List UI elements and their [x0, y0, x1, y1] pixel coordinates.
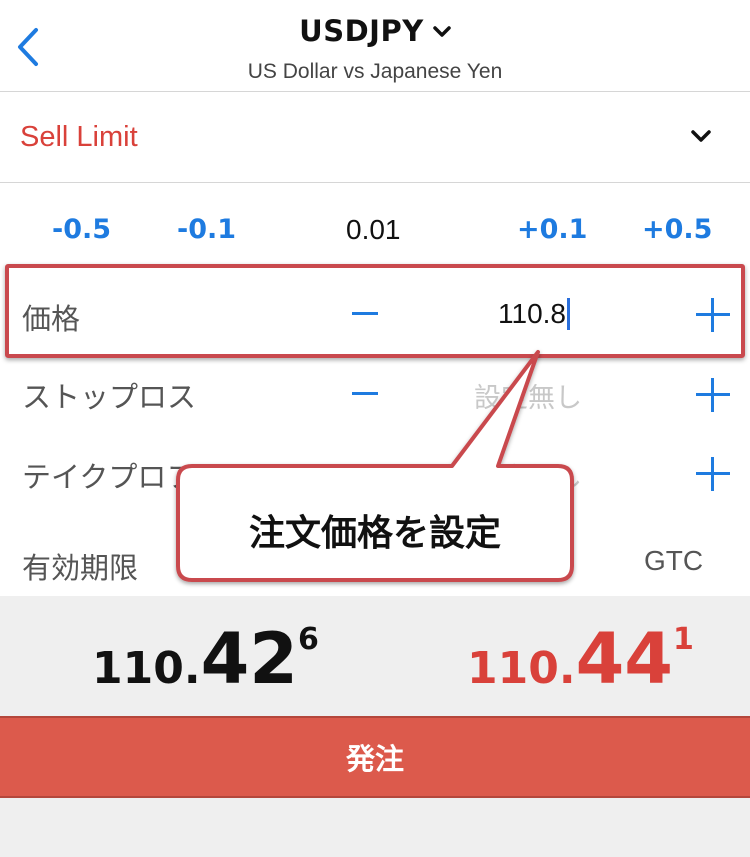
- place-order-label: 発注: [345, 742, 404, 776]
- header: USDJPY US Dollar vs Japanese Yen: [0, 0, 750, 92]
- take-profit-increment-button[interactable]: [696, 457, 730, 491]
- symbol-description: US Dollar vs Japanese Yen: [247, 60, 503, 83]
- step-minus-small-button[interactable]: -0.1: [177, 214, 236, 245]
- stop-loss-decrement-button[interactable]: [352, 392, 378, 395]
- stop-loss-input[interactable]: 設定無し: [474, 376, 582, 415]
- symbol-selector[interactable]: USDJPY: [0, 14, 750, 48]
- stop-loss-increment-button[interactable]: [696, 378, 730, 412]
- bid-price-fraction: 6: [297, 622, 319, 657]
- ask-price-fraction: 1: [672, 622, 694, 657]
- symbol-title: USDJPY: [299, 14, 424, 48]
- bid-price-base: 110.: [92, 643, 201, 694]
- take-profit-decrement-button[interactable]: [352, 470, 378, 473]
- order-type-selector[interactable]: Sell Limit: [0, 93, 750, 183]
- expiration-label: 有効期限: [22, 551, 139, 585]
- step-minus-large-button[interactable]: -0.5: [52, 214, 111, 245]
- place-order-button[interactable]: 発注: [0, 716, 750, 798]
- bid-price-pips: 42: [200, 618, 298, 700]
- step-plus-small-button[interactable]: +0.1: [517, 214, 587, 245]
- bid-price: 110.426: [92, 618, 319, 700]
- step-plus-large-button[interactable]: +0.5: [642, 214, 712, 245]
- order-type-label: Sell Limit: [20, 121, 138, 153]
- step-value: 0.01: [346, 214, 401, 245]
- price-row-highlight: [5, 264, 745, 358]
- take-profit-label: テイクプロフィット: [22, 460, 282, 494]
- chevron-down-icon: [433, 23, 451, 42]
- chevron-down-icon[interactable]: [690, 128, 712, 147]
- stop-loss-label: ストップロス: [22, 380, 197, 414]
- callout-text: 注文価格を設定: [248, 513, 501, 554]
- ask-price-base: 110.: [467, 643, 576, 694]
- take-profit-input[interactable]: 設定無し: [474, 456, 582, 495]
- expiration-value[interactable]: GTC: [644, 545, 703, 577]
- ask-price-pips: 44: [575, 618, 673, 700]
- ask-price: 110.441: [467, 618, 694, 700]
